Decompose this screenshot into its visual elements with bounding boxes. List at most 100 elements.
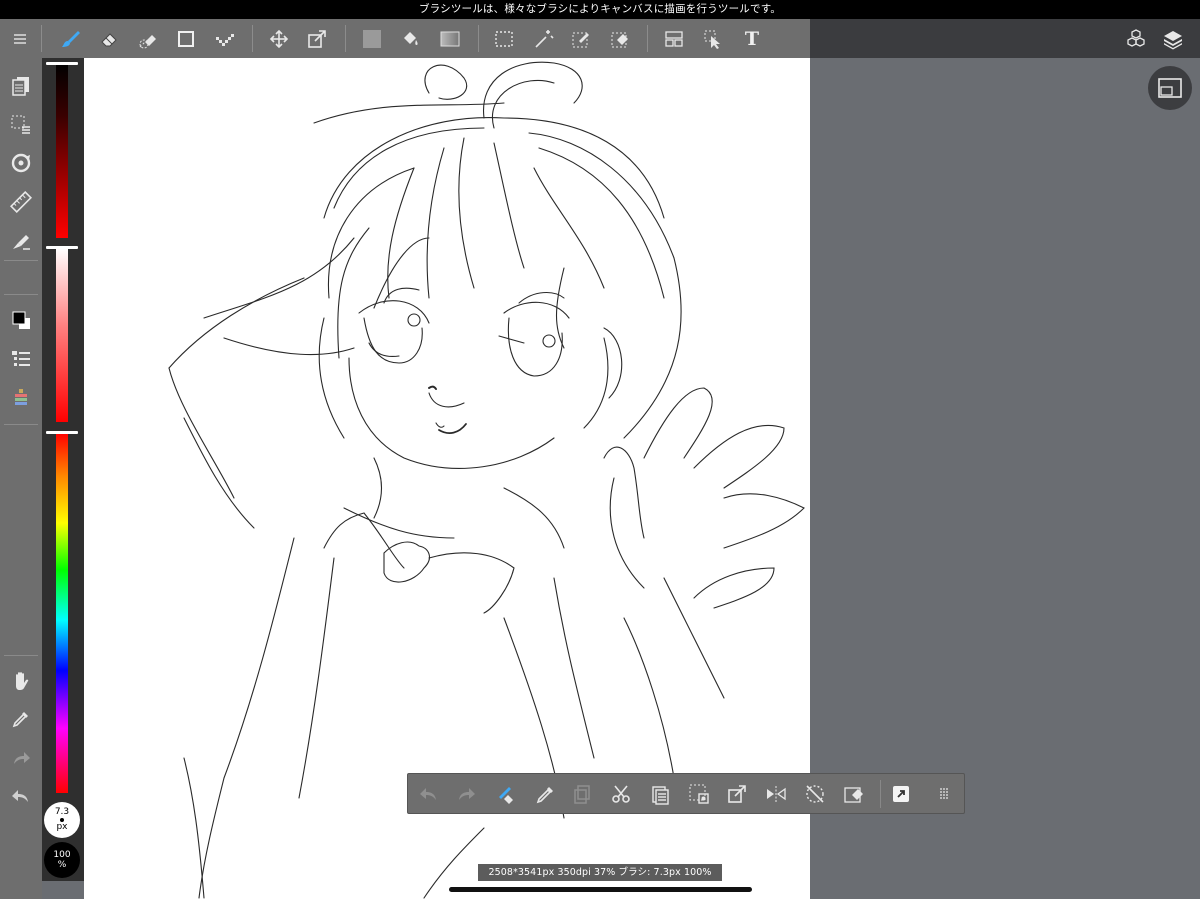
tip-text: ブラシツールは、様々なブラシによりキャンバスに描画を行うツールです。 [418,3,782,15]
eraser-icon [101,32,117,46]
redo-action-button[interactable] [450,778,482,810]
navigator-button[interactable] [1148,66,1192,110]
cut-button[interactable] [605,778,637,810]
blur-tool-button[interactable] [132,23,164,54]
brush-size-button[interactable]: 7.3 px [44,802,80,838]
panel-separator [4,260,38,261]
opacity-unit: % [57,860,67,870]
app-window: ブラシツールは、様々なブラシによりキャンバスに描画を行うツールです。 T 7.3… [0,0,1200,899]
panel-separator [4,424,38,425]
top-toolbar: T [0,19,1200,58]
redo-button[interactable] [5,743,37,773]
panel-separator [4,294,38,295]
shape-tool-button[interactable] [170,23,202,54]
text-tool-button[interactable]: T [736,23,768,54]
selection-list-button[interactable] [5,109,37,139]
brightness-handle[interactable] [46,62,78,65]
flip-button[interactable] [760,778,792,810]
select-rect-button[interactable] [488,23,520,54]
toolbar-separator [478,25,479,52]
erase-selection-icon [844,787,863,803]
select-eraser-button[interactable] [604,23,636,54]
redo-icon [459,788,475,800]
erase-selection-button[interactable] [838,778,870,810]
color-swatch-button[interactable] [5,305,37,335]
opacity-value: 100 [53,850,71,860]
settings-icon [893,786,909,802]
quick-action-bar [407,773,965,814]
eraser-tool-button[interactable] [93,23,125,54]
rotate-button[interactable] [5,148,37,178]
pen-action-button[interactable] [528,778,560,810]
hue-slider[interactable] [56,433,68,793]
layers-button[interactable] [1157,23,1189,54]
tip-bar: ブラシツールは、様々なブラシによりキャンバスに描画を行うツールです。 [0,0,1200,19]
magic-wand-icon [535,29,554,48]
eyedropper-button[interactable] [5,704,37,734]
eyedropper-icon [12,712,28,728]
deselect-button[interactable] [799,778,831,810]
brush-icon [62,30,80,47]
select-pen-button[interactable] [565,23,597,54]
fill-color-icon [363,29,381,48]
redo-icon [14,752,30,764]
operation-icon [704,30,720,49]
saturation-handle[interactable] [46,246,78,249]
text-icon: T [744,27,760,50]
gradient-icon [440,31,460,46]
transform-action-button[interactable] [721,778,753,810]
material-icon [1127,28,1145,47]
home-indicator[interactable] [449,887,752,892]
dot-pen-tool-button[interactable] [208,23,240,54]
layers-icon [1164,30,1182,49]
copy-button[interactable] [566,778,598,810]
material-button[interactable] [1120,23,1152,54]
fill-pen-icon [13,235,30,250]
ruler-button[interactable] [5,187,37,217]
select-layer-button[interactable] [683,778,715,810]
undo-button[interactable] [5,781,37,811]
grip-icon [940,788,948,799]
action-settings-button[interactable] [885,778,917,810]
brush-list-icon [12,351,30,366]
fill-pen-button[interactable] [5,225,37,255]
panel-icon [665,30,683,47]
clear-layer-button[interactable] [489,778,521,810]
bucket-tool-button[interactable] [394,23,426,54]
bucket-icon [404,31,418,45]
brush-tool-button[interactable] [54,23,86,54]
color-swatch-icon [12,311,30,329]
select-icon [689,784,709,804]
hand-button[interactable] [5,666,37,696]
action-bar-grip[interactable] [928,778,960,810]
copy-icon [574,785,590,804]
brightness-slider[interactable] [56,64,68,238]
magic-wand-button[interactable] [527,23,559,54]
move-tool-button[interactable] [263,23,295,54]
page-button[interactable] [5,71,37,101]
operation-tool-button[interactable] [697,23,729,54]
undo-icon [12,790,28,802]
paste-icon [652,786,669,805]
move-icon [269,29,289,48]
navigator-icon [1158,78,1182,98]
undo-action-button[interactable] [413,778,445,810]
page-icon [12,77,29,96]
color-palette-button[interactable] [5,383,37,413]
brush-list-button[interactable] [5,344,37,374]
paste-button[interactable] [644,778,676,810]
color-palette-icon [15,389,27,405]
toolbar-separator [345,25,346,52]
select-eraser-icon [611,32,628,47]
brush-size-unit: px [56,822,68,832]
hue-handle[interactable] [46,431,78,434]
opacity-button[interactable]: 100 % [44,842,80,878]
panel-button[interactable] [658,23,690,54]
select-rect-icon [495,30,513,47]
transform-tool-button[interactable] [301,23,333,54]
canvas-info-bar: 2508*3541px 350dpi 37% ブラシ: 7.3px 100% [478,864,722,881]
gradient-tool-button[interactable] [434,23,466,54]
saturation-slider[interactable] [56,248,68,422]
menu-button[interactable] [4,23,36,54]
fill-color-button[interactable] [356,23,388,54]
